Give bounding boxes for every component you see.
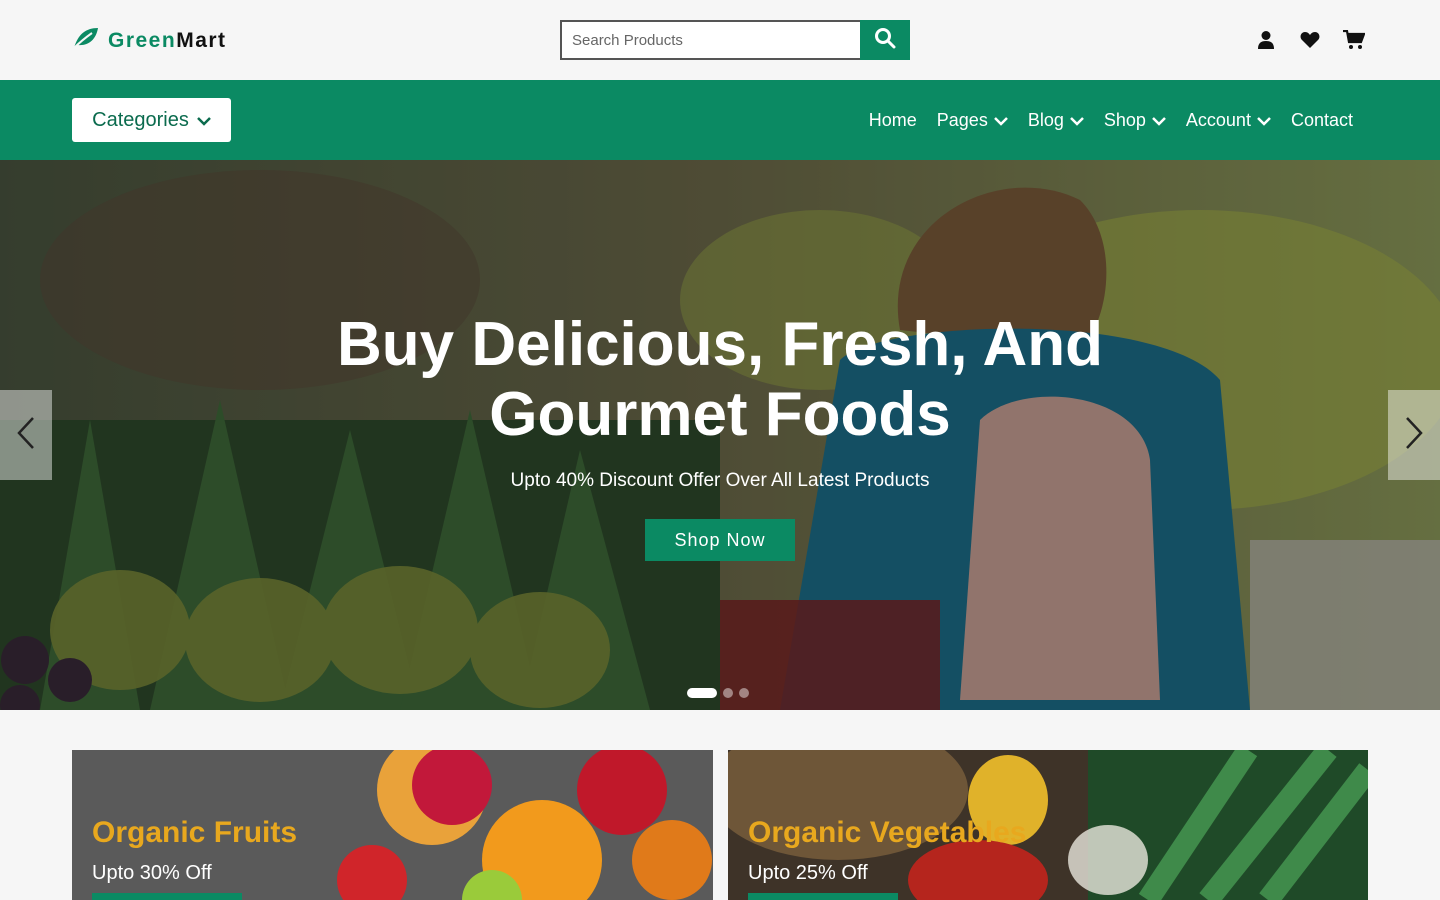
promo-title: Organic Fruits — [92, 816, 298, 849]
nav-item-blog[interactable]: Blog — [1028, 110, 1084, 131]
chevron-down-icon — [1069, 110, 1084, 131]
logo[interactable]: GreenMart — [72, 26, 227, 55]
nav-item-shop[interactable]: Shop — [1104, 110, 1166, 131]
user-icon[interactable] — [1254, 28, 1278, 52]
leaf-icon — [72, 26, 99, 55]
search-bar — [560, 20, 910, 60]
nav-item-pages[interactable]: Pages — [937, 110, 1008, 131]
promo-button[interactable] — [92, 893, 242, 900]
brand-name: GreenMart — [108, 28, 227, 52]
promo-button[interactable] — [748, 893, 898, 900]
cart-icon[interactable] — [1342, 28, 1366, 52]
search-input[interactable] — [560, 20, 860, 60]
slider-dot[interactable] — [739, 688, 749, 698]
slider-pagination — [687, 688, 749, 698]
chevron-down-icon — [993, 110, 1008, 131]
slider-prev-button[interactable] — [0, 390, 52, 480]
promo-title: Organic Vegetables — [748, 816, 1027, 849]
heart-icon[interactable] — [1298, 28, 1322, 52]
search-button[interactable] — [860, 20, 910, 60]
hero-slider: Buy Delicious, Fresh, And Gourmet Foods … — [0, 160, 1440, 710]
nav-menu: Home Pages Blog Shop Account Contact — [869, 80, 1353, 160]
chevron-down-icon — [196, 109, 211, 132]
main-nav: Categories Home Pages Blog Shop Account … — [0, 80, 1440, 160]
promo-subtitle: Upto 30% Off — [92, 862, 212, 884]
slider-dot[interactable] — [687, 688, 717, 698]
promo-card-vegetables[interactable]: Organic Vegetables Upto 25% Off — [728, 750, 1368, 900]
hero-subtitle: Upto 40% Discount Offer Over All Latest … — [510, 470, 930, 491]
promo-card-fruits[interactable]: Organic Fruits Upto 30% Off — [72, 750, 713, 900]
slider-dot[interactable] — [723, 688, 733, 698]
promo-subtitle: Upto 25% Off — [748, 862, 868, 884]
search-icon — [874, 27, 896, 54]
chevron-right-icon — [1405, 416, 1423, 455]
shop-now-button[interactable]: Shop Now — [645, 519, 795, 561]
hero-title: Buy Delicious, Fresh, And Gourmet Foods — [337, 310, 1103, 449]
chevron-down-icon — [1152, 110, 1166, 131]
nav-item-contact[interactable]: Contact — [1291, 110, 1353, 131]
nav-item-account[interactable]: Account — [1186, 110, 1271, 131]
nav-item-home[interactable]: Home — [869, 110, 917, 131]
categories-button[interactable]: Categories — [72, 98, 231, 142]
top-header: GreenMart — [0, 0, 1440, 80]
slider-next-button[interactable] — [1388, 390, 1440, 480]
categories-label: Categories — [92, 108, 189, 131]
header-actions — [1254, 28, 1366, 52]
chevron-down-icon — [1257, 110, 1271, 131]
chevron-left-icon — [17, 416, 35, 455]
